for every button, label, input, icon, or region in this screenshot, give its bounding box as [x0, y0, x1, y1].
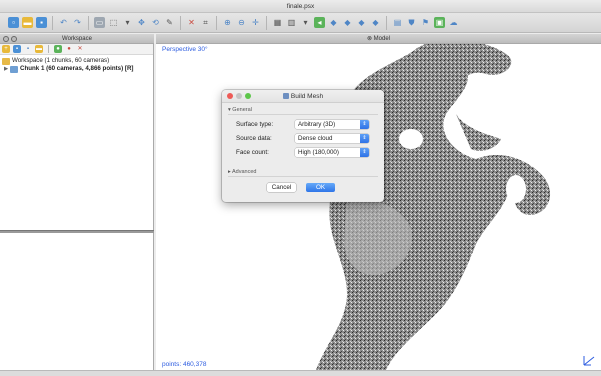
toolbar-separator [48, 45, 49, 53]
close-button[interactable] [227, 93, 233, 99]
axes-icon [583, 356, 595, 366]
chunk-row[interactable]: ▶ Chunk 1 (60 cameras, 4,866 points) [R] [0, 65, 153, 73]
toolbar-separator [52, 15, 53, 30]
workspace-title: Workspace [62, 36, 92, 42]
rotate-icon[interactable]: ⟲ [150, 17, 161, 28]
disable-icon[interactable]: ● [65, 45, 73, 53]
toolbar-separator [88, 15, 89, 30]
float-icon[interactable] [11, 36, 17, 42]
toolbar-separator [180, 15, 181, 30]
zoom-out-icon[interactable]: ⊖ [236, 17, 247, 28]
add-photos-icon[interactable]: ▪ [13, 45, 21, 53]
advanced-section-label: Advanced [232, 169, 257, 175]
points-count: points: 460,378 [162, 361, 207, 368]
cameras-icon[interactable]: ☁ [448, 17, 459, 28]
arrow-left-icon[interactable]: ◂ [314, 17, 325, 28]
add-chunk-icon[interactable]: + [2, 45, 10, 53]
section-divider [228, 114, 378, 115]
crop-icon[interactable]: ⌗ [200, 17, 211, 28]
rect-select-icon[interactable]: ⬚ [108, 17, 119, 28]
mesh-hole [399, 129, 423, 149]
model-header: ⊗ Model [156, 34, 601, 44]
zoom-in-icon[interactable]: ⊕ [222, 17, 233, 28]
source-data-select[interactable]: Dense cloud ⇕ [295, 134, 369, 143]
advanced-section[interactable]: ▸ Advanced [228, 169, 256, 175]
view-dropdown-icon[interactable]: ▾ [300, 17, 311, 28]
workspace-root[interactable]: Workspace (1 chunks, 60 cameras) [0, 57, 153, 65]
source-data-label: Source data: [236, 135, 272, 142]
mesh-icon [282, 93, 289, 99]
grid-icon[interactable]: ▦ [272, 17, 283, 28]
workspace-header: Workspace [0, 34, 154, 44]
arrow-icon[interactable]: ◆ [370, 17, 381, 28]
face-count-label: Face count: [236, 149, 269, 156]
main-toolbar: ▫ ▬ ▪ ↶ ↷ ▭ ⬚ ▾ ✥ ⟲ ✎ ✕ ⌗ ⊕ ⊖ ✛ ▦ ▥ ▾ ◂ … [0, 13, 601, 33]
workspace-icon [2, 57, 10, 65]
cancel-button[interactable]: Cancel [267, 183, 296, 192]
navigate-icon[interactable]: ✛ [250, 17, 261, 28]
folder-icon[interactable]: ▬ [35, 45, 43, 53]
save-icon[interactable]: ▪ [36, 17, 47, 28]
dialog-titlebar: Build Mesh [222, 90, 384, 103]
surface-type-value: Arbitrary (3D) [298, 121, 336, 128]
panel-splitter[interactable] [0, 230, 154, 233]
model-title: Model [373, 36, 391, 42]
chunk-icon [10, 65, 18, 73]
delete-icon[interactable]: ✕ [186, 17, 197, 28]
section-divider [228, 176, 378, 177]
brush-icon[interactable]: ✎ [164, 17, 175, 28]
enable-icon[interactable]: ● [54, 45, 62, 53]
chevron-updown-icon: ⇕ [360, 148, 369, 157]
panel-icon[interactable]: ▥ [286, 17, 297, 28]
workspace-panel: + ▪ ▪ ▬ ● ● ✕ Workspace (1 chunks, 60 ca… [0, 44, 154, 370]
close-icon[interactable] [3, 36, 9, 42]
toolbar-separator [266, 15, 267, 30]
build-mesh-dialog: Build Mesh ▾ General Surface type: Arbit… [222, 90, 384, 202]
general-section[interactable]: ▾ General [228, 107, 252, 113]
open-folder-icon[interactable]: ▬ [22, 17, 33, 28]
redo-icon[interactable]: ↷ [72, 17, 83, 28]
arrow-icon[interactable]: ◆ [328, 17, 339, 28]
status-bar [0, 370, 601, 376]
dialog-title: Build Mesh [290, 93, 324, 100]
undo-icon[interactable]: ↶ [58, 17, 69, 28]
toolbar-separator [386, 15, 387, 30]
mesh-hole [506, 175, 526, 203]
window-title: finale.psx [0, 0, 601, 13]
shield-icon[interactable]: ⛊ [406, 17, 417, 28]
mesh-shape [456, 114, 501, 151]
remove-icon[interactable]: ✕ [76, 45, 84, 53]
chevron-updown-icon: ⇕ [360, 120, 369, 129]
image-icon[interactable]: ▣ [434, 17, 445, 28]
arrow-icon[interactable]: ◆ [356, 17, 367, 28]
zoom-button[interactable] [245, 93, 251, 99]
window-controls [227, 93, 251, 99]
flag-icon[interactable]: ⚑ [420, 17, 431, 28]
surface-type-label: Surface type: [236, 121, 274, 128]
surface-type-select[interactable]: Arbitrary (3D) ⇕ [295, 120, 369, 129]
select-icon[interactable]: ▭ [94, 17, 105, 28]
perspective-label: Perspective 30° [162, 46, 208, 53]
dropdown-icon[interactable]: ▾ [122, 17, 133, 28]
chevron-updown-icon: ⇕ [360, 134, 369, 143]
model-tab-icon: ⊗ [366, 36, 374, 42]
add-folder-icon[interactable]: ▪ [24, 45, 32, 53]
chart-icon[interactable]: ▤ [392, 17, 403, 28]
workspace-toolbar: + ▪ ▪ ▬ ● ● ✕ [0, 44, 153, 55]
source-data-value: Dense cloud [298, 135, 333, 142]
arrow-icon[interactable]: ◆ [342, 17, 353, 28]
face-count-select[interactable]: High (180,000) ⇕ [295, 148, 369, 157]
ok-button[interactable]: OK [306, 183, 335, 192]
toolbar-separator [216, 15, 217, 30]
general-section-label: General [232, 107, 252, 113]
face-count-value: High (180,000) [298, 149, 339, 156]
minimize-button[interactable] [236, 93, 242, 99]
workspace-root-label: Workspace (1 chunks, 60 cameras) [12, 57, 110, 64]
expand-icon[interactable]: ▶ [2, 65, 10, 73]
move-icon[interactable]: ✥ [136, 17, 147, 28]
new-doc-icon[interactable]: ▫ [8, 17, 19, 28]
chunk-label: Chunk 1 (60 cameras, 4,866 points) [R] [20, 65, 134, 72]
